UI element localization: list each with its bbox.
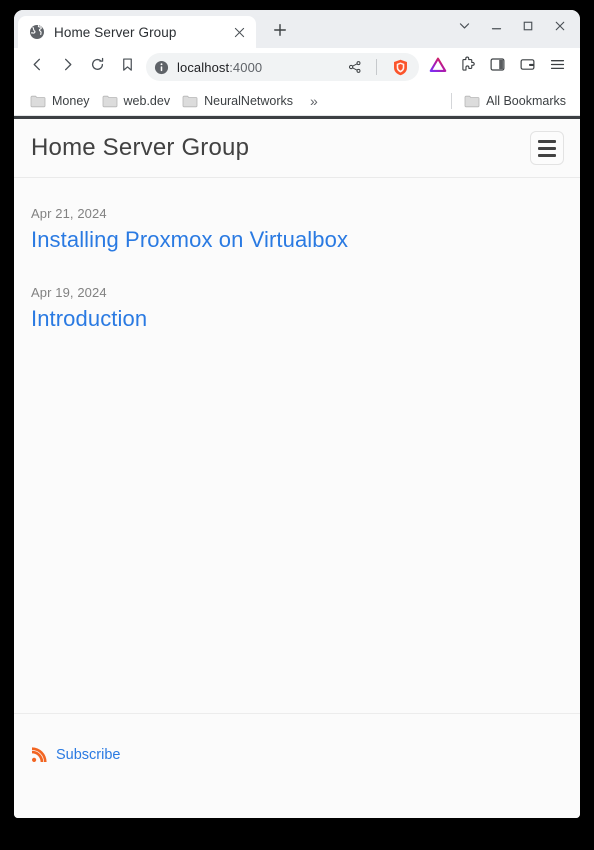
site-footer: Subscribe xyxy=(14,713,580,818)
post-link[interactable]: Introduction xyxy=(31,306,563,331)
post-date: Apr 19, 2024 xyxy=(31,285,107,301)
triangle-extension-button[interactable] xyxy=(425,54,451,80)
all-bookmarks-label: All Bookmarks xyxy=(486,93,566,108)
chevron-down-icon xyxy=(458,19,471,37)
wallet-icon xyxy=(519,56,536,78)
browser-menu-button[interactable] xyxy=(543,53,571,81)
close-icon xyxy=(554,19,566,37)
subscribe-label: Subscribe xyxy=(56,746,121,763)
sidebar-toggle-button[interactable] xyxy=(483,53,511,81)
folder-icon xyxy=(102,94,118,108)
url-text: localhost:4000 xyxy=(177,60,336,75)
back-arrow-icon xyxy=(30,57,45,77)
bookmark-label: NeuralNetworks xyxy=(204,93,294,108)
folder-icon xyxy=(182,94,198,108)
share-icon[interactable] xyxy=(344,56,366,78)
plus-icon xyxy=(273,23,287,42)
folder-icon xyxy=(30,94,46,108)
rss-feed-icon xyxy=(31,746,48,763)
all-bookmarks-button[interactable]: All Bookmarks xyxy=(458,91,572,111)
bookmark-page-button[interactable] xyxy=(112,52,142,82)
browser-tab[interactable]: Home Server Group xyxy=(18,16,256,48)
puzzle-piece-icon xyxy=(459,56,476,78)
new-tab-button[interactable] xyxy=(266,18,294,46)
close-window-button[interactable] xyxy=(544,13,576,43)
close-icon[interactable] xyxy=(230,23,248,41)
bookmark-folder-webdev[interactable]: web.dev xyxy=(96,91,177,111)
extensions-button[interactable] xyxy=(453,53,481,81)
subscribe-link[interactable]: Subscribe xyxy=(31,746,120,763)
browser-toolbar: localhost:4000 xyxy=(14,48,580,86)
triangle-extension-icon xyxy=(428,55,448,80)
toolbar-divider xyxy=(376,59,377,75)
page-viewport: Home Server Group Apr 21, 2024 Installin… xyxy=(14,116,580,818)
tab-strip: Home Server Group xyxy=(14,10,580,48)
info-icon[interactable] xyxy=(154,60,169,75)
globe-icon xyxy=(29,24,45,40)
list-item: Apr 21, 2024 Installing Proxmox on Virtu… xyxy=(31,206,563,252)
address-bar[interactable]: localhost:4000 xyxy=(146,53,419,81)
hamburger-menu-icon xyxy=(538,153,556,157)
bookmark-label: Money xyxy=(52,93,90,108)
hamburger-menu-icon xyxy=(538,139,556,143)
reload-button[interactable] xyxy=(82,52,112,82)
bookmark-icon xyxy=(120,57,135,77)
sidebar-panel-icon xyxy=(489,56,506,78)
maximize-icon xyxy=(522,19,534,37)
forward-arrow-icon xyxy=(60,57,75,77)
bookmark-folder-money[interactable]: Money xyxy=(24,91,96,111)
url-port: :4000 xyxy=(229,59,263,75)
post-list: Apr 21, 2024 Installing Proxmox on Virtu… xyxy=(14,178,580,332)
page-title: Home Server Group xyxy=(31,134,250,161)
brave-shields-lion-icon[interactable] xyxy=(387,54,413,80)
bookmark-label: web.dev xyxy=(123,93,171,108)
bookmarks-bar: Money web.dev NeuralNetworks » All Bookm… xyxy=(14,86,580,116)
minimize-button[interactable] xyxy=(480,13,512,43)
bookmarks-divider xyxy=(451,92,453,109)
window-controls xyxy=(448,13,576,43)
minimize-icon xyxy=(490,19,503,37)
forward-button[interactable] xyxy=(52,52,82,82)
folder-icon xyxy=(464,94,480,108)
bookmark-folder-neuralnetworks[interactable]: NeuralNetworks xyxy=(176,91,299,111)
tab-search-button[interactable] xyxy=(448,13,480,43)
back-button[interactable] xyxy=(22,52,52,82)
tab-title: Home Server Group xyxy=(54,24,177,40)
maximize-button[interactable] xyxy=(512,13,544,43)
hamburger-menu-icon xyxy=(549,56,566,78)
hamburger-menu-icon xyxy=(538,146,556,150)
post-date: Apr 21, 2024 xyxy=(31,206,107,221)
browser-window: Home Server Group localhost:4000 Money w… xyxy=(14,10,580,818)
post-link[interactable]: Installing Proxmox on Virtualbox xyxy=(31,227,563,252)
wallet-button[interactable] xyxy=(513,53,541,81)
reload-icon xyxy=(90,57,105,77)
list-item: Apr 19, 2024 Introduction xyxy=(31,285,563,331)
site-header: Home Server Group xyxy=(14,119,580,178)
bookmarks-overflow-button[interactable]: » xyxy=(303,91,325,111)
site-menu-button[interactable] xyxy=(530,131,564,165)
url-host: localhost xyxy=(177,59,230,75)
